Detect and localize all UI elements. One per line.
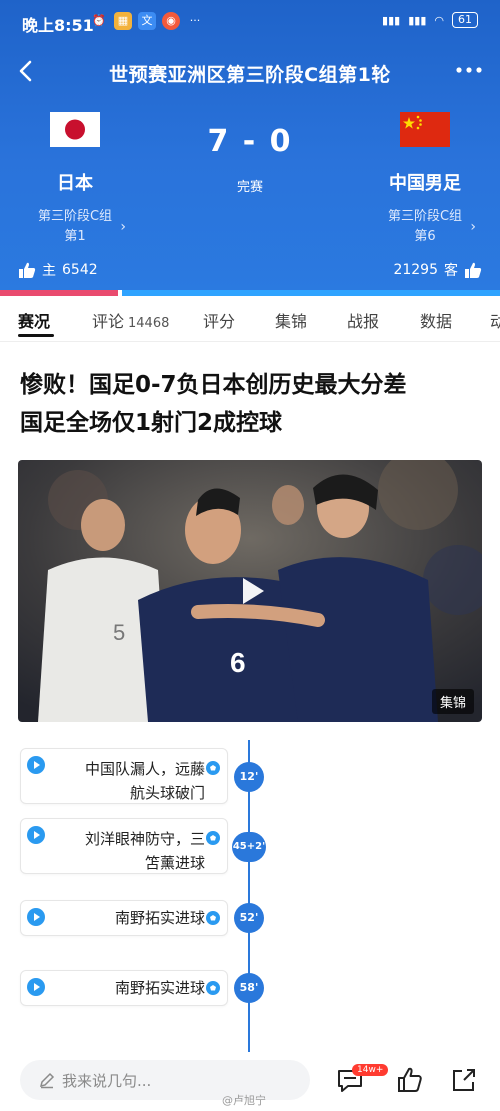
bottom-bar: 我来说几句... 14w+ @卢旭宁	[0, 1052, 500, 1111]
signal-icon: ▮▮▮	[382, 13, 401, 27]
home-like-label: 主	[42, 263, 56, 279]
status-bar: 晚上8:51 ⏰ ▦ 文 ◉ ··· ▮▮▮ ▮▮▮ ◠ 61	[0, 0, 500, 42]
comment-input[interactable]: 我来说几句...	[20, 1060, 310, 1100]
play-circle-icon[interactable]	[27, 978, 45, 996]
svg-text:5: 5	[113, 620, 125, 645]
event-minute: 52'	[234, 903, 264, 933]
away-group-label: 第三阶段C组	[387, 209, 463, 224]
match-header: 晚上8:51 ⏰ ▦ 文 ◉ ··· ▮▮▮ ▮▮▮ ◠ 61 世预赛亚洲区第三…	[0, 0, 500, 296]
app-notification-icon: 文	[138, 12, 156, 30]
away-group-position: 第6	[414, 229, 436, 244]
play-icon[interactable]	[240, 576, 266, 606]
chevron-right-icon: ›	[120, 219, 127, 235]
signal-icon: ▮▮▮	[408, 13, 427, 27]
home-group-position: 第1	[64, 229, 86, 244]
event-minute: 12'	[234, 762, 264, 792]
tab-live[interactable]: 动	[490, 308, 500, 332]
away-like-label: 客	[444, 263, 458, 279]
highlights-badge: 集锦	[431, 689, 474, 714]
thumbs-up-icon	[465, 262, 482, 278]
status-time: 晚上8:51	[22, 16, 94, 35]
comment-count-badge: 14w+	[352, 1064, 389, 1076]
active-tab-indicator	[18, 334, 54, 337]
event-minute: 45+2'	[232, 832, 266, 862]
share-icon[interactable]	[450, 1066, 478, 1094]
event-text: 笘薰进球	[144, 854, 205, 872]
comment-count: 14468	[128, 316, 170, 331]
event-minute: 58'	[234, 973, 264, 1003]
article-headline[interactable]: 惨败！国足0-7负日本创历史最大分差 国足全场仅1射门2成控球	[20, 366, 482, 442]
football-icon	[206, 911, 220, 925]
nav-bar: 世预赛亚洲区第三阶段C组第1轮	[0, 50, 500, 94]
tab-report[interactable]: 战报	[347, 308, 379, 332]
more-notifications-icon: ···	[189, 14, 201, 27]
timeline-event[interactable]: 南野拓实进球	[20, 970, 228, 1006]
event-text: 刘洋眼神防守，三	[84, 830, 205, 848]
event-text: 南野拓实进球	[114, 979, 205, 997]
away-team-name: 中国男足	[389, 173, 461, 194]
timeline-event[interactable]: 中国队漏人，远藤 航头球破门	[20, 748, 228, 804]
chevron-right-icon: ›	[470, 219, 477, 235]
away-like-button[interactable]: 21295 客	[393, 260, 482, 280]
weibo-icon: ◉	[162, 12, 180, 30]
play-circle-icon[interactable]	[27, 826, 45, 844]
tab-stats[interactable]: 数据	[420, 308, 452, 332]
tab-match-status[interactable]: 赛况	[18, 308, 50, 332]
away-team-rank[interactable]: 第三阶段C组 第6 ›	[350, 207, 500, 247]
home-like-button[interactable]: 主 6542	[18, 260, 98, 280]
status-right: ▮▮▮ ▮▮▮ ◠ 61	[382, 12, 478, 28]
home-team-rank[interactable]: 第三阶段C组 第1 ›	[0, 207, 150, 247]
more-icon[interactable]	[454, 60, 484, 80]
tab-comments[interactable]: 评论 14468	[92, 308, 169, 332]
wifi-icon: ◠	[434, 13, 444, 27]
football-icon	[206, 981, 220, 995]
pencil-icon	[39, 1072, 55, 1089]
tab-highlights[interactable]: 集锦	[275, 308, 307, 332]
event-text: 航头球破门	[129, 784, 205, 802]
alarm-icon: ⏰	[92, 14, 106, 27]
comment-placeholder: 我来说几句...	[62, 1071, 152, 1090]
thumbs-up-icon	[19, 262, 36, 278]
timeline-event[interactable]: 南野拓实进球	[20, 900, 228, 936]
timeline-event[interactable]: 刘洋眼神防守，三 笘薰进球	[20, 818, 228, 874]
away-team[interactable]: 中国男足 第三阶段C组 第6 ›	[350, 112, 500, 247]
status-app-icons: ⏰ ▦ 文 ◉ ···	[90, 12, 204, 30]
page-title: 世预赛亚洲区第三阶段C组第1轮	[109, 64, 391, 86]
play-circle-icon[interactable]	[27, 756, 45, 774]
highlight-video-thumbnail[interactable]: 5 6 集锦	[18, 460, 482, 722]
play-circle-icon[interactable]	[27, 908, 45, 926]
svg-text:6: 6	[230, 647, 246, 678]
home-group-label: 第三阶段C组	[37, 209, 113, 224]
watermark: @卢旭宁	[222, 1094, 266, 1107]
battery-icon: 61	[452, 12, 478, 28]
event-text: 中国队漏人，远藤	[84, 760, 205, 778]
football-icon	[206, 761, 220, 775]
thumbs-up-icon[interactable]	[396, 1066, 424, 1094]
home-like-count: 6542	[62, 262, 98, 278]
tab-ratings[interactable]: 评分	[203, 308, 235, 332]
away-like-count: 21295	[393, 262, 438, 278]
tab-bar: 赛况 评论14468 评分 集锦 战报 数据 动	[0, 296, 500, 342]
football-icon	[206, 831, 220, 845]
china-flag-icon	[400, 112, 450, 147]
event-text: 南野拓实进球	[114, 909, 205, 927]
app-notification-icon: ▦	[114, 12, 132, 30]
